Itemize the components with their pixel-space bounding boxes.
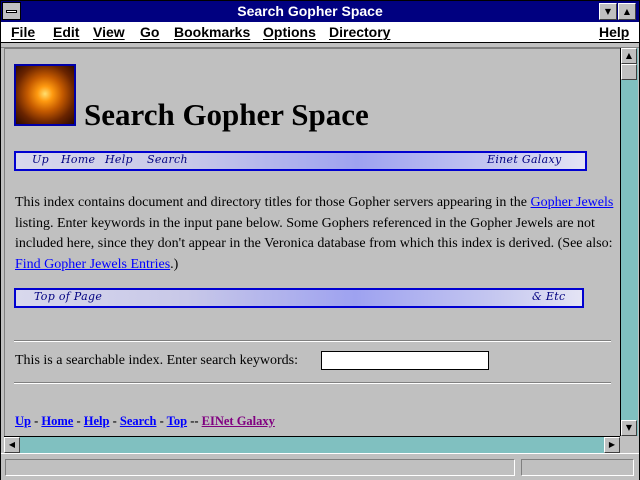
nav-home-link[interactable]: Home bbox=[61, 153, 95, 166]
menu-help[interactable]: Help bbox=[599, 24, 629, 40]
top-nav-bar: Up Home Help Search Einet Galaxy bbox=[14, 151, 587, 171]
menu-bookmarks[interactable]: Bookmarks bbox=[174, 24, 250, 40]
scroll-down-button[interactable]: ▼ bbox=[621, 420, 637, 436]
title-bar: Search Gopher Space ▼ ▲ bbox=[1, 1, 639, 22]
maximize-icon: ▲ bbox=[623, 7, 631, 16]
vertical-scroll-thumb[interactable] bbox=[621, 64, 637, 80]
gopher-jewels-link[interactable]: Gopher Jewels bbox=[531, 195, 614, 210]
menu-directory[interactable]: Directory bbox=[329, 24, 390, 40]
minimize-button[interactable]: ▼ bbox=[599, 3, 617, 20]
menu-bar: File Edit View Go Bookmarks Options Dire… bbox=[1, 22, 639, 43]
intro-text-1: This index contains document and directo… bbox=[15, 195, 531, 210]
arrow-down-icon: ▼ bbox=[625, 423, 633, 432]
scroll-left-button[interactable]: ◀ bbox=[4, 437, 20, 453]
search-prompt: This is a searchable index. Enter search… bbox=[15, 353, 299, 368]
nav-search-link[interactable]: Search bbox=[147, 153, 188, 166]
divider bbox=[14, 382, 611, 384]
galaxy-logo-image bbox=[14, 64, 76, 126]
menu-view[interactable]: View bbox=[93, 24, 125, 40]
vertical-scrollbar[interactable]: ▲ ▼ bbox=[620, 48, 638, 436]
nav-up-link[interactable]: Up bbox=[32, 153, 49, 166]
maximize-button[interactable]: ▲ bbox=[618, 3, 636, 20]
footer-sep: - bbox=[109, 414, 120, 428]
footer-sep: - bbox=[30, 414, 42, 428]
status-bar bbox=[1, 453, 639, 480]
arrow-right-icon: ▶ bbox=[608, 440, 616, 449]
browser-window: Search Gopher Space ▼ ▲ File Edit View G… bbox=[0, 0, 640, 480]
footer-help-link[interactable]: Help bbox=[84, 414, 110, 428]
scrollbar-corner bbox=[620, 436, 638, 453]
minimize-icon: ▼ bbox=[604, 7, 612, 16]
page-title: Search Gopher Space bbox=[84, 97, 369, 132]
footer-home-link[interactable]: Home bbox=[41, 414, 73, 428]
find-gopher-jewels-link[interactable]: Find Gopher Jewels Entries bbox=[15, 257, 170, 272]
menu-go[interactable]: Go bbox=[140, 24, 159, 40]
footer-top-link[interactable]: Top bbox=[167, 414, 187, 428]
arrow-left-icon: ◀ bbox=[8, 440, 16, 449]
scroll-up-button[interactable]: ▲ bbox=[621, 48, 637, 64]
bottom-nav-bar: Top of Page & Etc bbox=[14, 288, 584, 308]
menu-file[interactable]: File bbox=[11, 24, 35, 40]
arrow-up-icon: ▲ bbox=[625, 51, 633, 60]
nav-einet-galaxy-link[interactable]: Einet Galaxy bbox=[487, 153, 562, 166]
menu-edit[interactable]: Edit bbox=[53, 24, 79, 40]
footer-sep: -- bbox=[187, 414, 202, 428]
footer-search-link[interactable]: Search bbox=[120, 414, 157, 428]
intro-text-3: .) bbox=[170, 256, 179, 272]
intro-text-2: listing. Enter keywords in the input pan… bbox=[15, 215, 613, 252]
menu-options[interactable]: Options bbox=[263, 24, 316, 40]
nav-etc-link[interactable]: & Etc bbox=[532, 290, 565, 303]
search-input[interactable] bbox=[321, 351, 489, 370]
document-view: Search Gopher Space Up Home Help Search … bbox=[4, 48, 620, 437]
footer-einet-galaxy-link[interactable]: EINet Galaxy bbox=[202, 414, 275, 428]
status-message bbox=[5, 459, 515, 476]
scroll-right-button[interactable]: ▶ bbox=[604, 437, 620, 453]
footer-sep: - bbox=[73, 414, 84, 428]
system-menu-button[interactable] bbox=[2, 2, 21, 20]
window-title: Search Gopher Space bbox=[237, 3, 383, 19]
nav-top-of-page-link[interactable]: Top of Page bbox=[34, 290, 102, 303]
status-progress-field bbox=[521, 459, 634, 476]
footer-up-link[interactable]: Up bbox=[15, 414, 31, 428]
horizontal-scrollbar[interactable]: ◀ ▶ bbox=[4, 436, 620, 453]
footer-sep: - bbox=[156, 414, 167, 428]
nav-help-link[interactable]: Help bbox=[105, 153, 133, 166]
footer-links: Up - Home - Help - Search - Top -- EINet… bbox=[15, 414, 275, 429]
intro-paragraph: This index contains document and directo… bbox=[15, 193, 615, 275]
divider bbox=[14, 340, 611, 342]
